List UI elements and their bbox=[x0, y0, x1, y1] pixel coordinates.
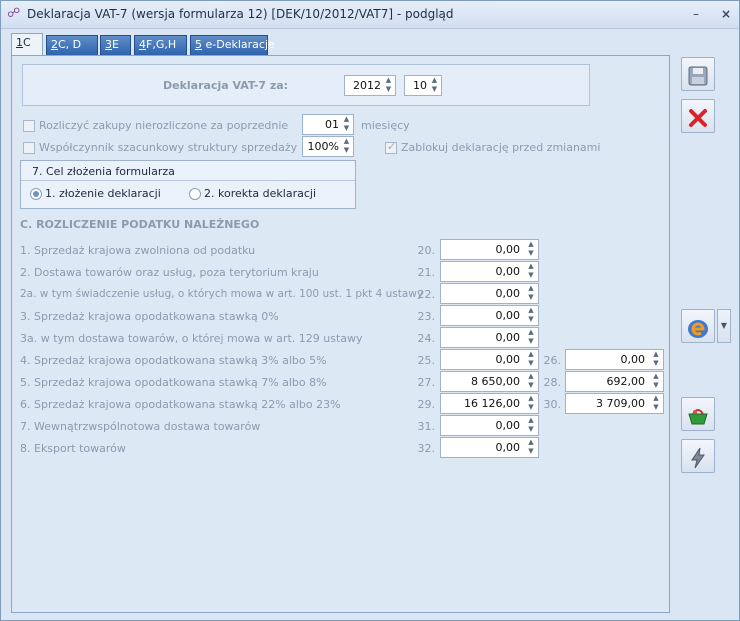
row-field-number: 20. bbox=[417, 244, 436, 257]
coefficient-checkbox[interactable] bbox=[23, 142, 35, 154]
basket-button[interactable] bbox=[681, 397, 715, 431]
field-20[interactable]: 0,00 ▲ ▼ bbox=[440, 239, 539, 260]
settle-purchases-checkbox[interactable] bbox=[23, 120, 35, 132]
section-c-title: C. ROZLICZENIE PODATKU NALEŻNEGO bbox=[20, 218, 260, 231]
field-32[interactable]: 0,00 ▲ ▼ bbox=[440, 437, 539, 458]
settle-months-spinner[interactable]: 01 ▲ ▼ bbox=[302, 114, 354, 135]
row-field-number: 27. bbox=[417, 376, 436, 389]
row-field-number: 26. bbox=[543, 354, 562, 367]
row-field-number: 30. bbox=[543, 398, 562, 411]
tab-e-deklaracje[interactable]: 5 e-Deklaracje bbox=[190, 35, 275, 55]
chevron-down-icon: ▼ bbox=[720, 321, 728, 330]
coefficient-spinner[interactable]: 100% ▲ ▼ bbox=[302, 136, 354, 157]
row-label: 6. Sprzedaż krajowa opodatkowana stawką … bbox=[20, 398, 341, 411]
field-21[interactable]: 0,00 ▲ ▼ bbox=[440, 261, 539, 282]
row-label: 3. Sprzedaż krajowa opodatkowana stawką … bbox=[20, 310, 279, 323]
spin-arrows-icon[interactable]: ▲ ▼ bbox=[341, 115, 352, 134]
purpose-title: 7. Cel złożenia formularza bbox=[32, 165, 175, 178]
tab-panel: Deklaracja VAT-7 za: 2012 ▲ ▼ 10 ▲ ▼ Rozli… bbox=[11, 55, 670, 613]
row-field-number: 25. bbox=[417, 354, 436, 367]
save-button[interactable] bbox=[681, 57, 715, 91]
row-field-number: 23. bbox=[417, 310, 436, 323]
cancel-icon bbox=[686, 104, 710, 128]
field-26[interactable]: 0,00 ▲ ▼ bbox=[565, 349, 664, 370]
purpose-option-submission[interactable]: 1. złożenie deklaracji bbox=[45, 187, 161, 200]
tab-e[interactable]: 3E bbox=[100, 35, 131, 55]
save-icon bbox=[686, 62, 710, 86]
row-label: 3a. w tym dostawa towarów, o której mowa… bbox=[20, 332, 363, 345]
coefficient-label: Współczynnik szacunkowy struktury sprzed… bbox=[39, 141, 298, 154]
spin-arrows-icon[interactable]: ▲ ▼ bbox=[651, 372, 661, 391]
period-label: Deklaracja VAT-7 za: bbox=[163, 79, 289, 92]
row-field-number: 22. bbox=[417, 288, 436, 301]
purpose-option-correction[interactable]: 2. korekta deklaracji bbox=[204, 187, 316, 200]
row-field-number: 28. bbox=[543, 376, 562, 389]
purpose-group: 7. Cel złożenia formularza 1. złożenie d… bbox=[20, 160, 356, 209]
basket-icon bbox=[685, 402, 711, 426]
tab-f-g-h[interactable]: 4F,G,H bbox=[134, 35, 187, 55]
spin-arrows-icon[interactable]: ▲ ▼ bbox=[341, 137, 352, 156]
lock-checkbox[interactable] bbox=[385, 140, 397, 154]
spin-arrows-icon[interactable]: ▲ ▼ bbox=[526, 284, 536, 303]
e-declaration-button[interactable] bbox=[681, 309, 715, 343]
row-label: 5. Sprzedaż krajowa opodatkowana stawką … bbox=[20, 376, 327, 389]
field-30[interactable]: 3 709,00 ▲ ▼ bbox=[565, 393, 664, 414]
app-icon: ☍ bbox=[7, 6, 21, 21]
spin-arrows-icon[interactable]: ▲ ▼ bbox=[651, 394, 661, 413]
spin-arrows-icon[interactable]: ▲ ▼ bbox=[526, 438, 536, 457]
window-title: Deklaracja VAT-7 (wersja formularza 12) … bbox=[27, 7, 454, 21]
row-label: 4. Sprzedaż krajowa opodatkowana stawką … bbox=[20, 354, 327, 367]
row-label: 2a. w tym świadczenie usług, o których m… bbox=[20, 288, 424, 300]
group-divider bbox=[21, 180, 355, 181]
spin-arrows-icon[interactable]: ▲ ▼ bbox=[651, 350, 661, 369]
minimize-button[interactable]: – bbox=[687, 5, 705, 23]
settle-months-unit: miesięcy bbox=[361, 119, 410, 132]
e-declaration-dropdown[interactable]: ▼ bbox=[717, 309, 731, 343]
row-field-number: 21. bbox=[417, 266, 436, 279]
field-28[interactable]: 692,00 ▲ ▼ bbox=[565, 371, 664, 392]
lightning-icon bbox=[686, 444, 710, 468]
tab-c[interactable]: 1C bbox=[11, 33, 43, 56]
spin-arrows-icon[interactable]: ▲ ▼ bbox=[429, 76, 440, 95]
spin-arrows-icon[interactable]: ▲ ▼ bbox=[526, 240, 536, 259]
row-field-number: 29. bbox=[417, 398, 436, 411]
field-23[interactable]: 0,00 ▲ ▼ bbox=[440, 305, 539, 326]
field-25[interactable]: 0,00 ▲ ▼ bbox=[440, 349, 539, 370]
spin-arrows-icon[interactable]: ▲ ▼ bbox=[383, 76, 394, 95]
row-label: 2. Dostawa towarów oraz usług, poza tery… bbox=[20, 266, 319, 279]
row-label: 7. Wewnątrzwspólnotowa dostawa towarów bbox=[20, 420, 261, 433]
row-label: 1. Sprzedaż krajowa zwolniona od podatku bbox=[20, 244, 256, 257]
purpose-radio-correction[interactable] bbox=[189, 188, 201, 200]
year-spinner[interactable]: 2012 ▲ ▼ bbox=[344, 75, 396, 96]
field-27[interactable]: 8 650,00 ▲ ▼ bbox=[440, 371, 539, 392]
row-field-number: 32. bbox=[417, 442, 436, 455]
e-declaration-icon bbox=[685, 314, 711, 338]
field-31[interactable]: 0,00 ▲ ▼ bbox=[440, 415, 539, 436]
settle-purchases-label: Rozliczyć zakupy nierozliczone za poprze… bbox=[39, 119, 289, 132]
field-24[interactable]: 0,00 ▲ ▼ bbox=[440, 327, 539, 348]
month-spinner[interactable]: 10 ▲ ▼ bbox=[404, 75, 442, 96]
spin-arrows-icon[interactable]: ▲ ▼ bbox=[526, 262, 536, 281]
lock-label: Zablokuj deklarację przed zmianami bbox=[401, 141, 601, 154]
row-field-number: 31. bbox=[417, 420, 436, 433]
row-label: 8. Eksport towarów bbox=[20, 442, 126, 455]
spin-arrows-icon[interactable]: ▲ ▼ bbox=[526, 328, 536, 347]
tab-c-d[interactable]: 2C, D bbox=[46, 35, 98, 55]
lightning-button[interactable] bbox=[681, 439, 715, 473]
spin-arrows-icon[interactable]: ▲ ▼ bbox=[526, 416, 536, 435]
close-button[interactable]: × bbox=[717, 5, 735, 23]
cancel-button[interactable] bbox=[681, 99, 715, 133]
period-box: Deklaracja VAT-7 za: 2012 ▲ ▼ 10 ▲ ▼ bbox=[22, 64, 590, 106]
vat7-window: ☍ Deklaracja VAT-7 (wersja formularza 12… bbox=[0, 0, 740, 621]
row-field-number: 24. bbox=[417, 332, 436, 345]
purpose-radio-submission[interactable] bbox=[30, 188, 42, 200]
spin-arrows-icon[interactable]: ▲ ▼ bbox=[526, 306, 536, 325]
field-29[interactable]: 16 126,00 ▲ ▼ bbox=[440, 393, 539, 414]
title-bar: ☍ Deklaracja VAT-7 (wersja formularza 12… bbox=[1, 1, 739, 29]
field-22[interactable]: 0,00 ▲ ▼ bbox=[440, 283, 539, 304]
